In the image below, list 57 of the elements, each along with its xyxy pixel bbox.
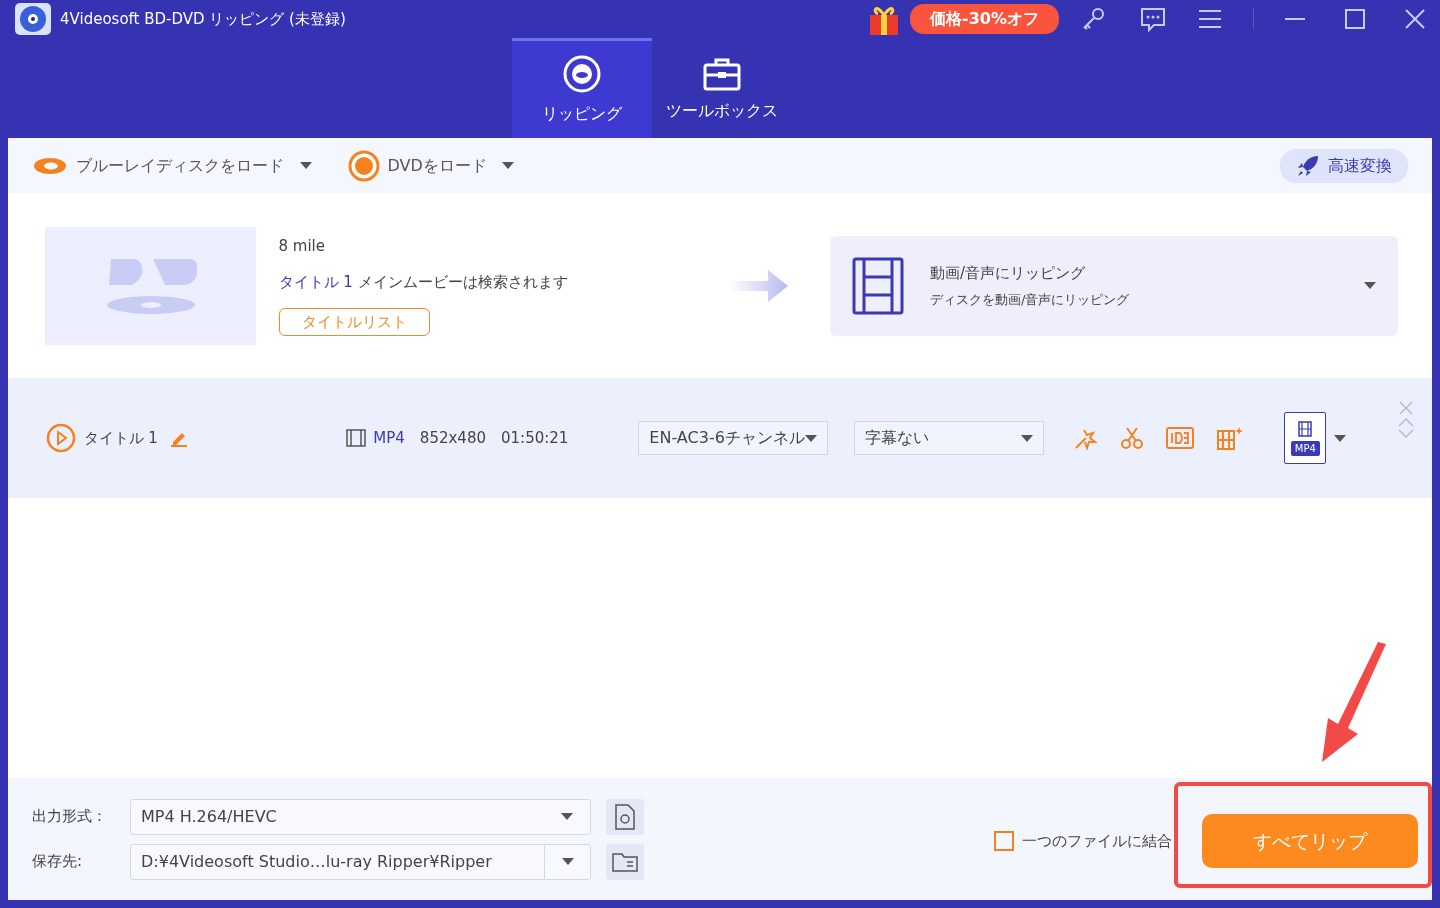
caret-icon bbox=[561, 813, 573, 820]
play-icon[interactable] bbox=[46, 423, 76, 453]
format-label: MP4 bbox=[1290, 440, 1320, 456]
mode-subtitle: ディスクを動画/音声にリッピング bbox=[930, 291, 1130, 309]
resolution-text: 852x480 bbox=[419, 427, 486, 449]
title-link[interactable]: タイトル 1 bbox=[278, 273, 353, 292]
film-icon bbox=[345, 429, 366, 447]
caret-icon[interactable] bbox=[1333, 434, 1346, 442]
checkbox-square[interactable] bbox=[994, 831, 1014, 851]
detected-title-text: タイトル 1 メインムービーは検索されます bbox=[278, 272, 568, 294]
toolbox-icon bbox=[702, 56, 742, 91]
tag-editor-icon[interactable] bbox=[1166, 427, 1195, 449]
subtitle-dropdown[interactable]: 字幕ない bbox=[854, 421, 1045, 455]
output-format-dropdown[interactable]: MP4 H.264/HEVC bbox=[130, 798, 591, 835]
load-bluray-button[interactable]: ブルーレイディスクをロード bbox=[32, 153, 312, 178]
menu-icon[interactable] bbox=[1197, 8, 1223, 30]
chevron-down-icon[interactable] bbox=[1398, 429, 1414, 439]
film-icon bbox=[1297, 420, 1314, 437]
caret-icon bbox=[299, 162, 312, 169]
maximize-icon[interactable] bbox=[1344, 8, 1366, 30]
film-icon bbox=[852, 256, 904, 315]
close-icon[interactable] bbox=[1404, 8, 1426, 30]
caret-icon bbox=[1364, 282, 1376, 289]
caret-icon bbox=[805, 434, 818, 442]
format-settings-button[interactable] bbox=[606, 798, 644, 835]
tab[interactable]: ツールボックス bbox=[652, 38, 792, 138]
merge-checkbox[interactable]: 一つのファイルに結合 bbox=[994, 829, 1172, 853]
open-folder-button[interactable] bbox=[606, 843, 644, 880]
save-path-dropdown[interactable]: D:¥4Videosoft Studio…lu-ray Ripper¥Ripper bbox=[130, 843, 591, 880]
chevron-up-icon[interactable] bbox=[1398, 417, 1414, 427]
format-text: MP4 bbox=[373, 427, 405, 449]
caret-icon bbox=[1021, 434, 1034, 442]
mode-title: 動画/音声にリッピング bbox=[930, 262, 1087, 284]
effects-icon[interactable] bbox=[1216, 425, 1245, 451]
rocket-icon bbox=[1296, 153, 1320, 178]
disc-icon bbox=[562, 53, 602, 94]
audio-track-dropdown[interactable]: EN-AC3-6チャンネル bbox=[638, 421, 829, 455]
duration-text: 01:50:21 bbox=[501, 427, 569, 449]
dvd-disc-icon bbox=[347, 149, 380, 182]
caret-icon bbox=[502, 162, 515, 169]
title-name: タイトル 1 bbox=[83, 427, 158, 449]
output-mode-selector[interactable]: 動画/音声にリッピング ディスクを動画/音声にリッピング bbox=[830, 235, 1398, 336]
chat-icon[interactable] bbox=[1139, 6, 1167, 32]
save-label: 保存先: bbox=[32, 851, 84, 873]
scissors-icon[interactable] bbox=[1120, 426, 1145, 450]
folder-icon bbox=[612, 851, 638, 872]
load-dvd-button[interactable]: DVDをロード bbox=[347, 149, 515, 182]
key-icon[interactable] bbox=[1081, 6, 1107, 32]
settings-icon bbox=[614, 803, 636, 830]
app-logo-icon bbox=[14, 2, 52, 36]
caret-icon bbox=[561, 858, 574, 865]
window-title: 4Videosoft BD-DVD リッピング (未登録) bbox=[60, 8, 346, 30]
output-format-badge[interactable]: MP4 bbox=[1284, 412, 1327, 464]
output-format-label: 出力形式： bbox=[32, 806, 108, 828]
tab[interactable]: リッピング bbox=[512, 38, 652, 138]
disc-name: 8 mile bbox=[278, 235, 325, 257]
turbo-button[interactable]: 高速変換 bbox=[1280, 148, 1408, 183]
